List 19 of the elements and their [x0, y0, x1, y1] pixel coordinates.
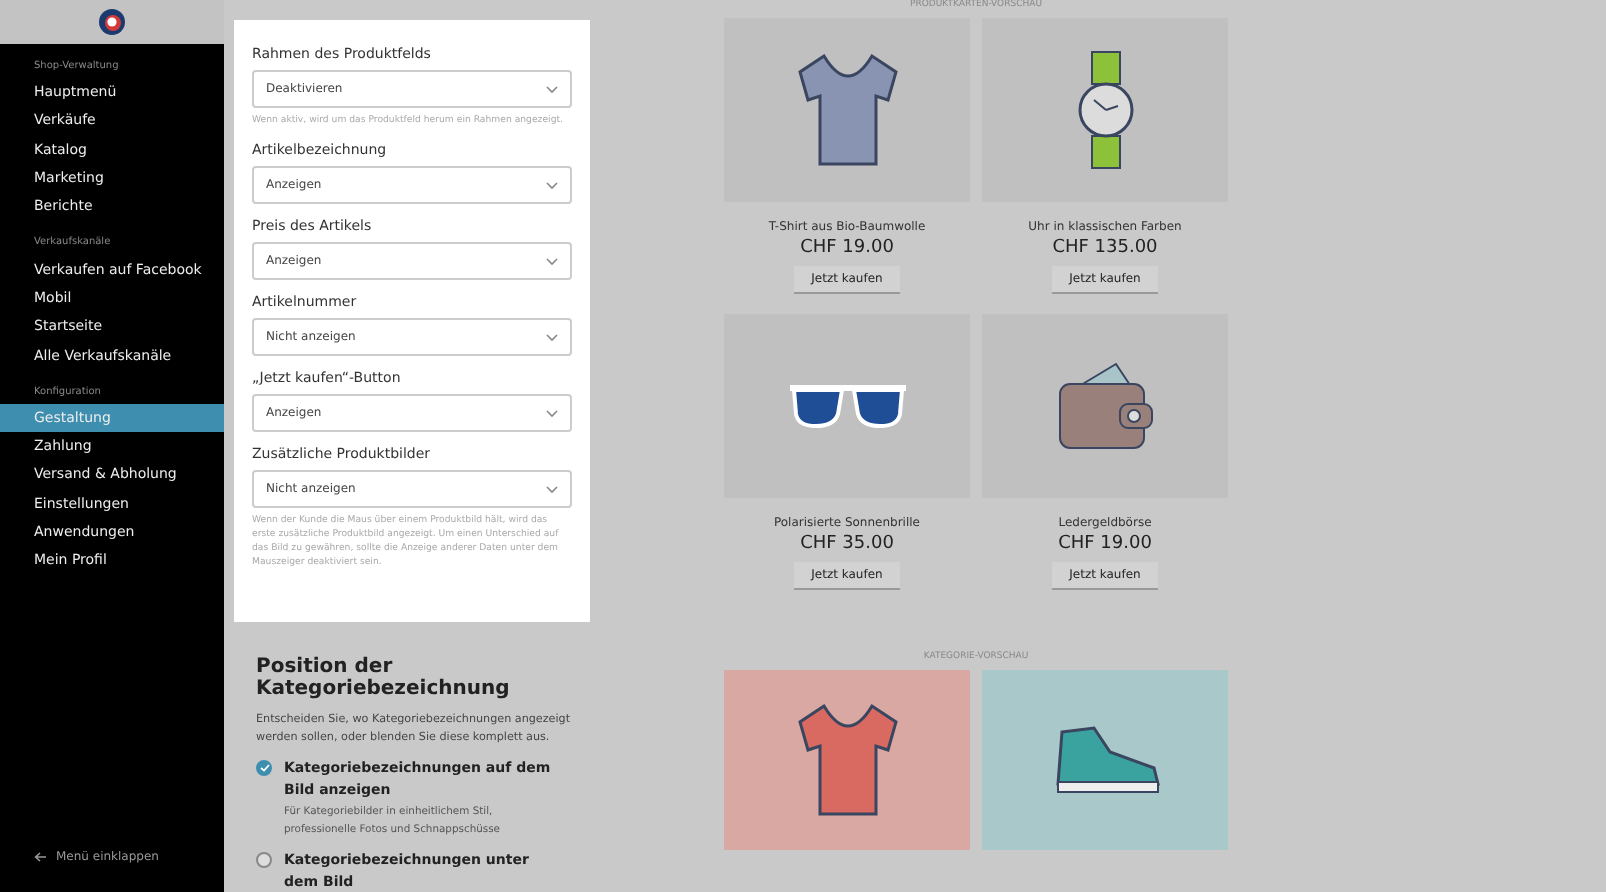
chevron-down-icon [546, 409, 558, 418]
chevron-down-icon [546, 257, 558, 266]
radio-button[interactable] [256, 852, 272, 868]
product-price: CHF 35.00 [800, 534, 894, 554]
logo-icon [98, 8, 126, 36]
wristwatch-icon [1075, 50, 1135, 170]
chevron-down-icon [546, 85, 558, 93]
radio-button[interactable] [256, 760, 272, 777]
section-title: Position der Kategoriebezeichnung [256, 656, 512, 701]
product-price: CHF 135.00 [1052, 238, 1158, 258]
chevron-down-icon [546, 333, 558, 342]
chevron-down-icon [546, 485, 558, 494]
arrow-left-icon [34, 852, 46, 862]
product-price: CHF 19.00 [800, 238, 894, 258]
chevron-down-icon [546, 181, 558, 190]
wallet-icon [1055, 360, 1155, 452]
product-price: CHF 19.00 [1058, 534, 1152, 554]
check-icon [259, 764, 269, 773]
sunglasses-icon [785, 382, 909, 430]
